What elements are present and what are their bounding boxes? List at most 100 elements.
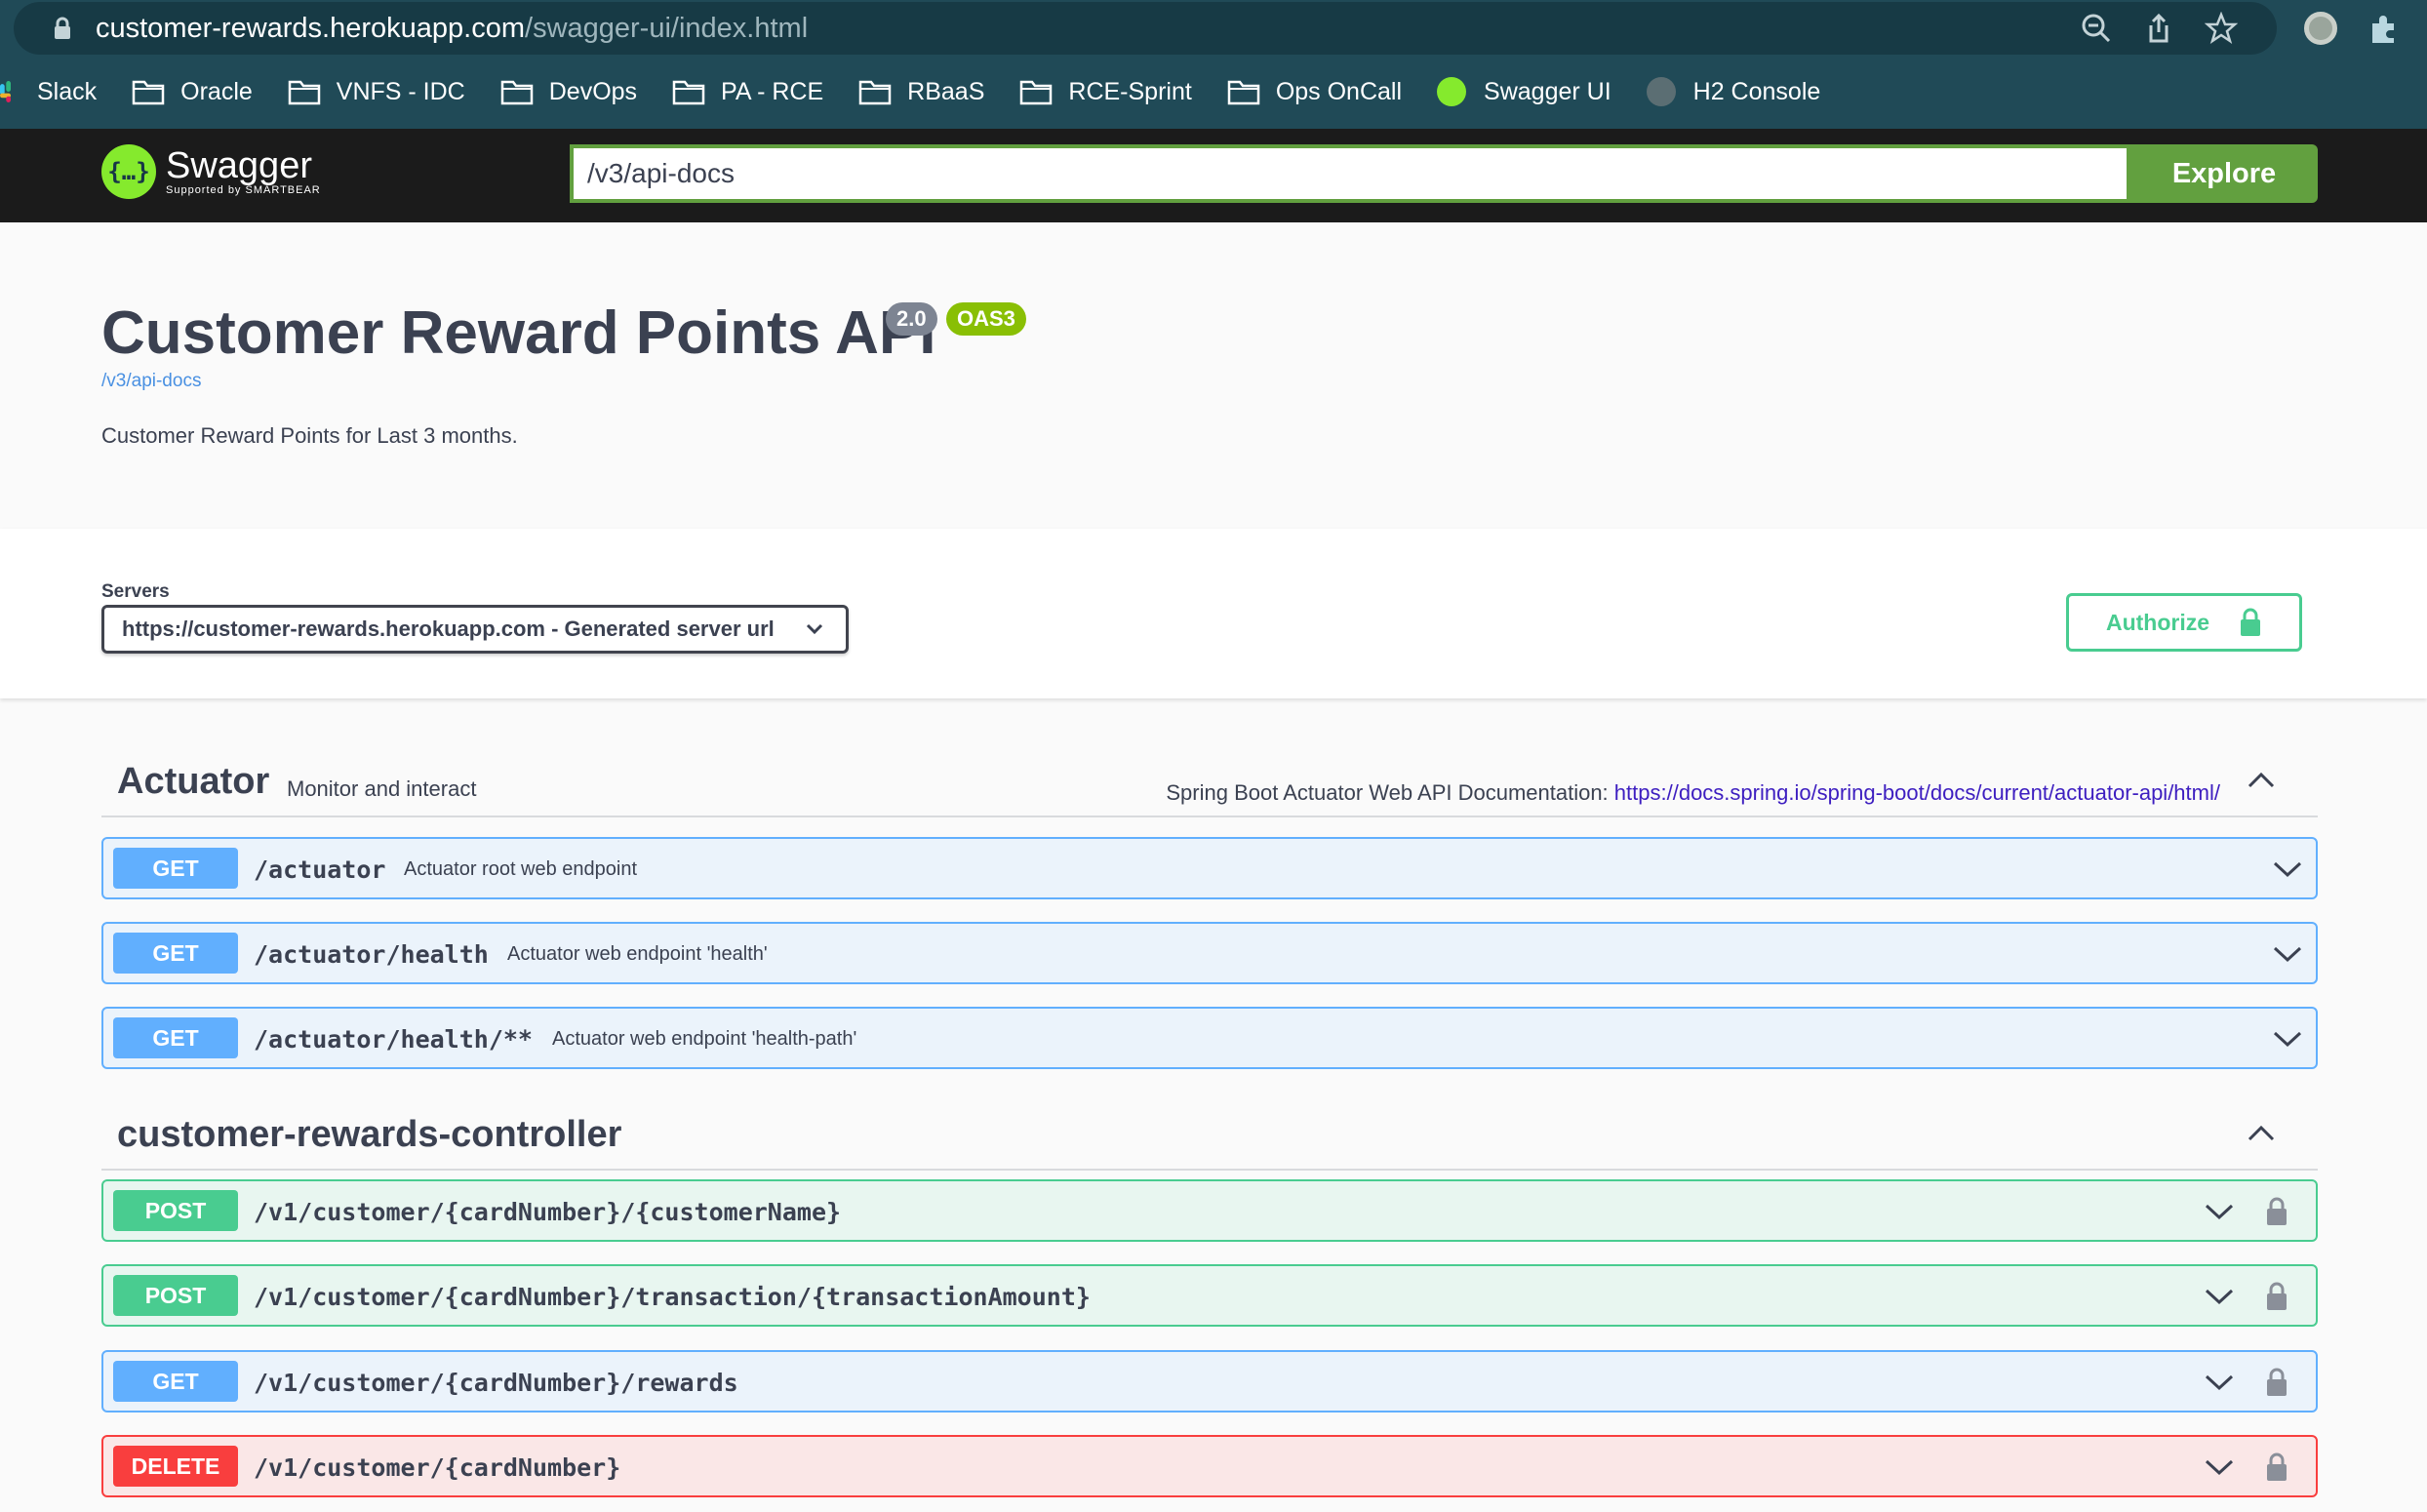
operation-path: /v1/customer/{cardNumber}/transaction/{t…	[254, 1283, 1091, 1311]
globe-icon	[1646, 77, 1676, 106]
bookmark-label: Oracle	[180, 77, 253, 105]
lock-icon[interactable]	[2265, 1197, 2288, 1226]
bookmark-ops-oncall[interactable]: Ops OnCall	[1227, 78, 1402, 106]
tag-description: Monitor and interact	[287, 776, 477, 801]
chevron-down-icon[interactable]	[2273, 1030, 2302, 1048]
authorize-label: Authorize	[2105, 609, 2210, 635]
chevron-up-icon[interactable]	[2248, 771, 2275, 788]
chevron-up-icon[interactable]	[2248, 1124, 2275, 1141]
swagger-topbar: {…} Swagger Supported by SMARTBEAR /v3/a…	[0, 129, 2427, 222]
api-info: Customer Reward Points API 2.0 OAS3 /v3/…	[0, 222, 2427, 529]
tag-name: Actuator	[117, 761, 270, 802]
logo-brand: Swagger	[166, 145, 312, 186]
swagger-logo[interactable]: {…} Swagger Supported by SMARTBEAR	[101, 144, 321, 199]
bookmark-label: RCE-Sprint	[1068, 77, 1192, 105]
operation-path: /actuator/health	[254, 940, 489, 969]
spec-link[interactable]: /v3/api-docs	[101, 371, 201, 392]
bookmark-label: VNFS - IDC	[336, 77, 465, 105]
bookmarks-bar: Slack Oracle VNFS - IDC DevOps PA - RCE …	[0, 70, 1855, 113]
method-badge: GET	[113, 933, 238, 974]
logo-supported-by: Supported by SMARTBEAR	[166, 184, 321, 196]
folder-icon	[132, 80, 165, 105]
method-badge: GET	[113, 1017, 238, 1058]
tag-customer-rewards-controller[interactable]: customer-rewards-controller	[101, 1096, 2318, 1171]
bookmark-devops[interactable]: DevOps	[500, 78, 637, 106]
bookmark-rbaas[interactable]: RBaaS	[858, 78, 984, 106]
profile-icon	[2304, 12, 2337, 45]
bookmark-label: Ops OnCall	[1275, 77, 1403, 105]
spec-url-input[interactable]: /v3/api-docs	[570, 144, 2130, 203]
folder-icon	[858, 80, 892, 105]
bookmark-rce-sprint[interactable]: RCE-Sprint	[1019, 77, 1192, 106]
operation-get-actuator-health[interactable]: GET /actuator/health Actuator web endpoi…	[101, 922, 2318, 984]
tag-name: customer-rewards-controller	[117, 1114, 622, 1155]
operation-get-actuator[interactable]: GET /actuator Actuator root web endpoint	[101, 837, 2318, 899]
authorize-button[interactable]: Authorize	[2066, 593, 2302, 652]
api-description: Customer Reward Points for Last 3 months…	[101, 423, 518, 448]
tag-actuator[interactable]: Actuator Monitor and interact Spring Boo…	[101, 743, 2318, 817]
operation-post-transaction[interactable]: POST /v1/customer/{cardNumber}/transacti…	[101, 1264, 2318, 1327]
chevron-down-icon[interactable]	[2205, 1373, 2234, 1391]
external-docs-text: Spring Boot Actuator Web API Documentati…	[1166, 780, 1614, 805]
operation-get-rewards[interactable]: GET /v1/customer/{cardNumber}/rewards	[101, 1350, 2318, 1413]
servers-selected-value: https://customer-rewards.herokuapp.com -…	[122, 617, 775, 641]
operation-path: /v1/customer/{cardNumber}	[254, 1453, 621, 1482]
address-bar-actions	[2080, 12, 2238, 45]
bookmark-label: Slack	[37, 77, 98, 105]
api-title: Customer Reward Points API	[101, 299, 936, 367]
browser-chrome: customer-rewards.herokuapp.com/swagger-u…	[0, 0, 2427, 129]
chevron-down-icon[interactable]	[2205, 1203, 2234, 1220]
operation-delete-customer[interactable]: DELETE /v1/customer/{cardNumber}	[101, 1435, 2318, 1497]
bookmark-label: Swagger UI	[1484, 77, 1611, 105]
url-text[interactable]: customer-rewards.herokuapp.com/swagger-u…	[96, 13, 808, 45]
bookmark-swagger-ui[interactable]: Swagger UI	[1437, 77, 1611, 106]
chevron-down-icon[interactable]	[2205, 1458, 2234, 1476]
version-badge: 2.0	[886, 302, 937, 336]
lock-icon[interactable]	[2265, 1282, 2288, 1311]
method-badge: DELETE	[113, 1446, 238, 1487]
folder-icon	[1227, 80, 1260, 105]
servers-select[interactable]: https://customer-rewards.herokuapp.com -…	[101, 605, 849, 654]
bookmark-slack[interactable]: Slack	[0, 78, 97, 106]
external-docs-link[interactable]: https://docs.spring.io/spring-boot/docs/…	[1614, 780, 2220, 805]
swagger-logo-icon: {…}	[101, 144, 156, 199]
lock-icon[interactable]	[2265, 1368, 2288, 1397]
bookmark-label: RBaaS	[907, 77, 985, 105]
bookmark-label: H2 Console	[1692, 77, 1821, 105]
chevron-down-icon[interactable]	[2273, 945, 2302, 963]
method-badge: POST	[113, 1275, 238, 1316]
chevron-down-icon	[806, 623, 823, 635]
share-icon[interactable]	[2142, 12, 2175, 45]
oas-badge: OAS3	[946, 302, 1026, 336]
explore-button[interactable]: Explore	[2130, 144, 2318, 203]
folder-icon	[672, 80, 705, 105]
url-host: customer-rewards.herokuapp.com	[96, 13, 526, 44]
bookmark-vnfs-idc[interactable]: VNFS - IDC	[288, 78, 465, 106]
folder-icon	[1020, 80, 1053, 105]
chevron-down-icon[interactable]	[2205, 1288, 2234, 1305]
lock-icon	[55, 17, 70, 39]
folder-icon	[500, 80, 533, 105]
swagger-icon	[1437, 77, 1467, 106]
bookmark-label: PA - RCE	[721, 77, 824, 105]
lock-icon[interactable]	[2265, 1452, 2288, 1482]
slack-icon	[0, 81, 11, 102]
bookmark-pa-rce[interactable]: PA - RCE	[672, 78, 823, 106]
operation-post-customer[interactable]: POST /v1/customer/{cardNumber}/{customer…	[101, 1179, 2318, 1242]
folder-icon	[288, 80, 321, 105]
bookmark-oracle[interactable]: Oracle	[132, 78, 253, 106]
extensions-button[interactable]	[2367, 12, 2402, 47]
star-icon[interactable]	[2205, 12, 2238, 45]
operation-path: /v1/customer/{cardNumber}/rewards	[254, 1369, 738, 1397]
servers-section: Servers https://customer-rewards.herokua…	[0, 529, 2427, 698]
method-badge: GET	[113, 848, 238, 889]
operation-summary: Actuator web endpoint 'health-path'	[552, 1028, 857, 1050]
zoom-icon[interactable]	[2080, 12, 2113, 45]
chevron-down-icon[interactable]	[2273, 860, 2302, 878]
operation-summary: Actuator web endpoint 'health'	[507, 943, 768, 965]
profile-avatar[interactable]	[2304, 12, 2337, 45]
operation-get-actuator-health-path[interactable]: GET /actuator/health/** Actuator web end…	[101, 1007, 2318, 1069]
address-bar[interactable]: customer-rewards.herokuapp.com/swagger-u…	[14, 2, 2277, 55]
bookmark-h2-console[interactable]: H2 Console	[1646, 77, 1821, 106]
url-path: /swagger-ui/index.html	[525, 13, 809, 44]
